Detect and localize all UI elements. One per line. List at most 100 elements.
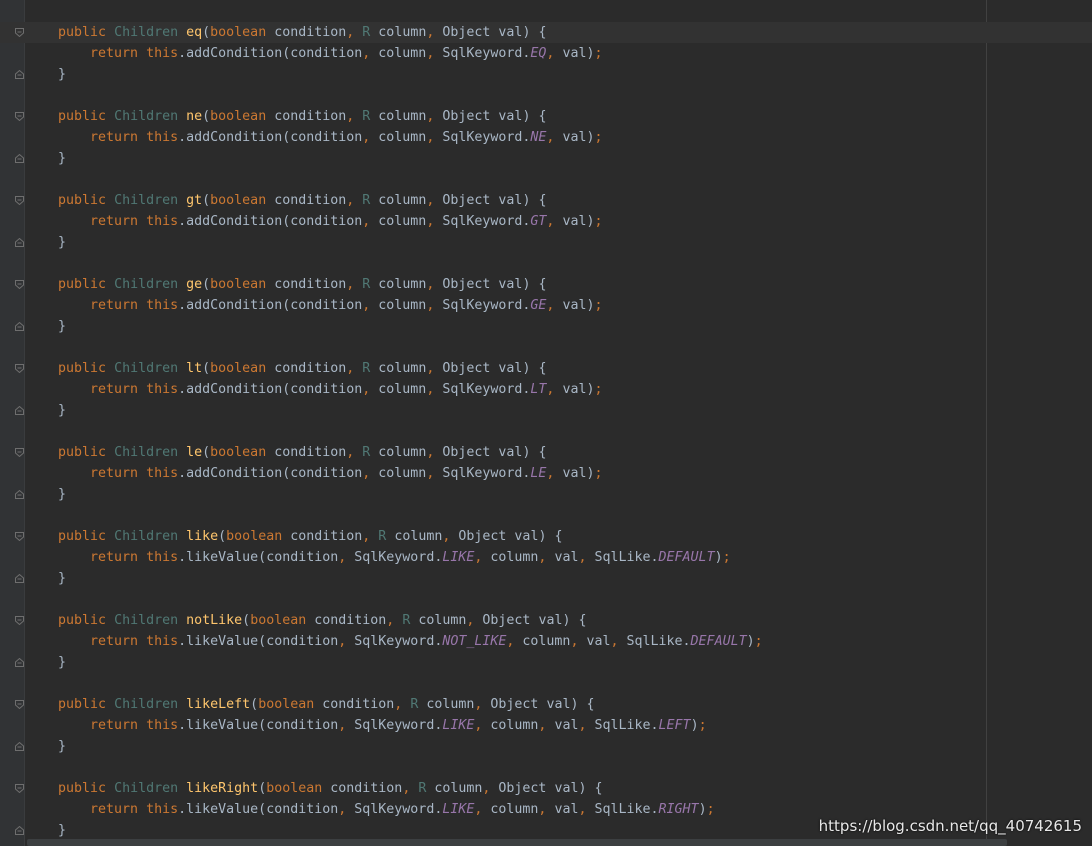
keyword-this: this — [146, 46, 179, 61]
code-line-signature[interactable]: public Children likeRight(boolean condit… — [0, 778, 1092, 799]
code-line-body[interactable]: return this.addCondition(condition, colu… — [0, 211, 1092, 232]
code-line-signature[interactable]: public Children gt(boolean condition, R … — [0, 190, 1092, 211]
code-line-close[interactable]: } — [0, 400, 1092, 421]
return-type: Children — [114, 193, 179, 208]
fold-close-icon[interactable] — [15, 490, 24, 499]
code-line-blank[interactable] — [0, 757, 1092, 778]
code-line-blank[interactable] — [0, 253, 1092, 274]
code-token: , — [426, 466, 443, 481]
code-token: , — [578, 550, 595, 565]
fold-close-icon[interactable] — [15, 742, 24, 751]
code-token: ; — [698, 718, 707, 733]
code-line-close[interactable]: } — [0, 64, 1092, 85]
code-line-blank[interactable] — [0, 421, 1092, 442]
fold-open-icon[interactable] — [15, 448, 24, 457]
code-line-signature[interactable]: public Children likeLeft(boolean conditi… — [0, 694, 1092, 715]
code-line-body[interactable]: return this.addCondition(condition, colu… — [0, 379, 1092, 400]
code-token: , — [426, 130, 443, 145]
param-name: val — [546, 781, 579, 796]
code-token: , — [338, 802, 355, 817]
line-text: } — [58, 568, 66, 589]
code-line-body[interactable]: return this.likeValue(condition, SqlKeyw… — [0, 547, 1092, 568]
code-line-close[interactable]: } — [0, 148, 1092, 169]
keyword-return: return — [90, 382, 139, 397]
code-line-signature[interactable]: public Children ne(boolean condition, R … — [0, 106, 1092, 127]
fold-open-icon[interactable] — [15, 532, 24, 541]
code-line-blank[interactable] — [0, 673, 1092, 694]
code-line-signature[interactable]: public Children eq(boolean condition, R … — [0, 22, 1092, 43]
code-token: , — [474, 718, 491, 733]
code-line-blank[interactable] — [0, 85, 1092, 106]
fold-close-icon[interactable] — [15, 322, 24, 331]
keyword-this: this — [146, 382, 179, 397]
code-token: , — [346, 445, 363, 460]
fold-close-icon[interactable] — [15, 406, 24, 415]
code-line-blank[interactable] — [0, 169, 1092, 190]
code-line-signature[interactable]: public Children lt(boolean condition, R … — [0, 358, 1092, 379]
fold-close-icon[interactable] — [15, 658, 24, 667]
param-type: Object — [458, 529, 507, 544]
code-line-body[interactable]: return this.likeValue(condition, SqlKeyw… — [0, 715, 1092, 736]
code-line-body[interactable]: return this.addCondition(condition, colu… — [0, 43, 1092, 64]
code-line-body[interactable]: return this.addCondition(condition, colu… — [0, 127, 1092, 148]
param-type: boolean — [210, 277, 267, 292]
code-token: , — [338, 634, 355, 649]
code-line-blank[interactable] — [0, 505, 1092, 526]
code-line-close[interactable]: } — [0, 232, 1092, 253]
fold-close-icon[interactable] — [15, 826, 24, 835]
fold-close-icon[interactable] — [15, 238, 24, 247]
code-line-close[interactable]: } — [0, 652, 1092, 673]
fold-close-icon[interactable] — [15, 154, 24, 163]
code-line-body[interactable]: return this.likeValue(condition, SqlKeyw… — [0, 631, 1092, 652]
fold-open-icon[interactable] — [15, 364, 24, 373]
code-line-close[interactable]: } — [0, 568, 1092, 589]
keyword-return: return — [90, 802, 139, 817]
param-name: column — [370, 109, 427, 124]
code-token: , — [570, 634, 587, 649]
code-line-signature[interactable]: public Children le(boolean condition, R … — [0, 442, 1092, 463]
fold-open-icon[interactable] — [15, 700, 24, 709]
param-type: Object — [490, 697, 539, 712]
code-area[interactable]: public Children eq(boolean condition, R … — [0, 22, 1092, 841]
line-text: public Children gt(boolean condition, R … — [58, 190, 546, 211]
code-token: ; — [594, 382, 603, 397]
code-line-body[interactable]: return this.addCondition(condition, colu… — [0, 295, 1092, 316]
return-type: Children — [114, 277, 179, 292]
fold-open-icon[interactable] — [15, 784, 24, 793]
code-line-signature[interactable]: public Children notLike(boolean conditio… — [0, 610, 1092, 631]
class-qualifier: SqlKeyword. — [442, 130, 531, 145]
code-line-signature[interactable]: public Children ge(boolean condition, R … — [0, 274, 1092, 295]
fold-open-icon[interactable] — [15, 616, 24, 625]
code-line-blank[interactable] — [0, 589, 1092, 610]
code-line-blank[interactable] — [0, 337, 1092, 358]
code-line-body[interactable]: return this.addCondition(condition, colu… — [0, 463, 1092, 484]
code-token: ; — [706, 802, 715, 817]
method-call: .addCondition( — [178, 130, 291, 145]
param-type: Object — [442, 277, 491, 292]
argument: condition — [266, 550, 339, 565]
code-line-close[interactable]: } — [0, 484, 1092, 505]
fold-open-icon[interactable] — [15, 196, 24, 205]
param-name: val — [490, 361, 523, 376]
fold-close-icon[interactable] — [15, 70, 24, 79]
fold-close-icon[interactable] — [15, 574, 24, 583]
fold-open-icon[interactable] — [15, 28, 24, 37]
keyword-this: this — [146, 634, 179, 649]
code-token: , — [506, 634, 523, 649]
code-token: , — [546, 46, 563, 61]
code-line-close[interactable]: } — [0, 316, 1092, 337]
horizontal-scrollbar[interactable] — [27, 839, 1007, 846]
code-line-close[interactable]: } — [0, 736, 1092, 757]
method-name: ne — [186, 109, 203, 124]
keyword-this: this — [146, 130, 179, 145]
fold-open-icon[interactable] — [15, 112, 24, 121]
code-token: , — [338, 550, 355, 565]
code-token: , — [362, 214, 379, 229]
fold-open-icon[interactable] — [15, 280, 24, 289]
code-editor[interactable]: public Children eq(boolean condition, R … — [0, 0, 1092, 846]
code-line-signature[interactable]: public Children like(boolean condition, … — [0, 526, 1092, 547]
